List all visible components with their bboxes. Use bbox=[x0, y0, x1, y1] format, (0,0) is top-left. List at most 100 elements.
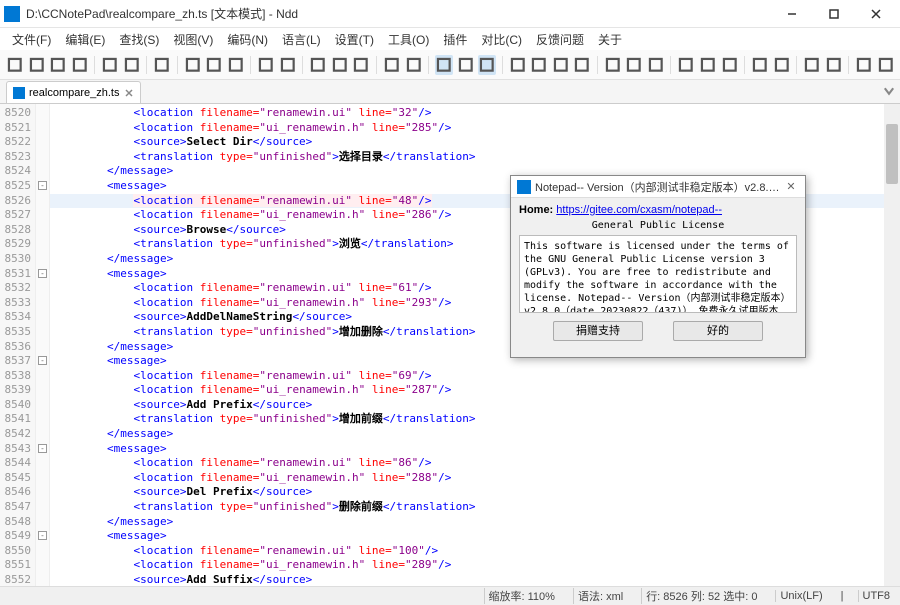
file-tab[interactable]: realcompare_zh.ts bbox=[6, 81, 141, 103]
code-line[interactable]: <location filename="ui_renamewin.h" line… bbox=[50, 558, 900, 573]
menu-item[interactable]: 编辑(E) bbox=[59, 29, 111, 50]
code-line[interactable]: <translation type="unfinished">增加前缀</tra… bbox=[50, 412, 900, 427]
home-link[interactable]: https://gitee.com/cxasm/notepad-- bbox=[556, 204, 722, 216]
tab-dropdown-icon[interactable] bbox=[882, 84, 896, 98]
menu-item[interactable]: 设置(T) bbox=[329, 29, 380, 50]
code-line[interactable]: </message> bbox=[50, 515, 900, 530]
closeall-icon[interactable] bbox=[123, 55, 141, 75]
zoomin-icon[interactable] bbox=[383, 55, 401, 75]
fold-marker[interactable]: - bbox=[38, 444, 47, 453]
menu-item[interactable]: 工具(O) bbox=[382, 29, 435, 50]
paste-icon[interactable] bbox=[227, 55, 245, 75]
code-line[interactable]: <source>Add Prefix</source> bbox=[50, 398, 900, 413]
copy-icon[interactable] bbox=[205, 55, 223, 75]
close-button[interactable] bbox=[856, 2, 896, 26]
dialog-titlebar[interactable]: Notepad-- Version（内部测试非稳定版本）v2.8.0 (date… bbox=[511, 176, 805, 198]
code-line[interactable]: <message> bbox=[50, 529, 900, 544]
line-number: 8540 bbox=[0, 398, 31, 413]
zoomout-icon[interactable] bbox=[405, 55, 423, 75]
code-line[interactable]: <translation type="unfinished">删除前缀</tra… bbox=[50, 500, 900, 515]
t2-icon[interactable] bbox=[773, 55, 791, 75]
line-number: 8531 bbox=[0, 267, 31, 282]
donate-button[interactable]: 捐赠支持 bbox=[553, 321, 643, 341]
cmp1-icon[interactable] bbox=[803, 55, 821, 75]
statusbar: 缩放率: 110% 语法: xml 行: 8526 列: 52 选中: 0 Un… bbox=[0, 586, 900, 605]
code-line[interactable]: <location filename="renamewin.ui" line="… bbox=[50, 369, 900, 384]
play-icon[interactable] bbox=[721, 55, 739, 75]
cmp2-icon[interactable] bbox=[825, 55, 843, 75]
find-icon[interactable] bbox=[309, 55, 327, 75]
maximize-button[interactable] bbox=[814, 2, 854, 26]
ext3-icon[interactable] bbox=[647, 55, 665, 75]
menu-item[interactable]: 插件 bbox=[437, 29, 473, 50]
tab-close-icon[interactable] bbox=[124, 88, 134, 98]
x-icon[interactable] bbox=[877, 55, 895, 75]
status-pos: 行: 8526 列: 52 选中: 0 bbox=[641, 588, 761, 604]
close-icon[interactable] bbox=[101, 55, 119, 75]
ext1-icon[interactable] bbox=[604, 55, 622, 75]
code-line[interactable]: <source>Add Suffix</source> bbox=[50, 573, 900, 586]
fold-marker[interactable]: - bbox=[38, 356, 47, 365]
t1-icon[interactable] bbox=[751, 55, 769, 75]
file-icon bbox=[13, 87, 25, 99]
save-icon[interactable] bbox=[49, 55, 67, 75]
rec-icon[interactable] bbox=[677, 55, 695, 75]
undo-icon[interactable] bbox=[257, 55, 275, 75]
nav3-icon[interactable] bbox=[552, 55, 570, 75]
line-number: 8522 bbox=[0, 135, 31, 150]
toolbar-separator bbox=[177, 56, 178, 74]
toolbar-separator bbox=[744, 56, 745, 74]
print-icon[interactable] bbox=[153, 55, 171, 75]
scrollbar-thumb[interactable] bbox=[886, 124, 898, 184]
code-line[interactable]: <translation type="unfinished">选择目录</tra… bbox=[50, 150, 900, 165]
new-icon[interactable] bbox=[6, 55, 24, 75]
menu-item[interactable]: 编码(N) bbox=[221, 29, 274, 50]
fold-marker[interactable]: - bbox=[38, 269, 47, 278]
menu-item[interactable]: 查找(S) bbox=[113, 29, 165, 50]
indent-icon[interactable] bbox=[478, 55, 496, 75]
code-line[interactable]: <source>Del Prefix</source> bbox=[50, 485, 900, 500]
code-line[interactable]: <location filename="ui_renamewin.h" line… bbox=[50, 383, 900, 398]
status-lang: 语法: xml bbox=[573, 588, 627, 604]
ext2-icon[interactable] bbox=[625, 55, 643, 75]
code-line[interactable]: <source>Select Dir</source> bbox=[50, 135, 900, 150]
menu-item[interactable]: 语言(L) bbox=[276, 29, 327, 50]
line-number: 8528 bbox=[0, 223, 31, 238]
dialog-license-text[interactable]: This software is licensed under the term… bbox=[519, 235, 797, 313]
fold-marker[interactable]: - bbox=[38, 531, 47, 540]
menu-item[interactable]: 反馈问题 bbox=[530, 29, 590, 50]
menu-item[interactable]: 对比(C) bbox=[475, 29, 528, 50]
nav1-icon[interactable] bbox=[509, 55, 527, 75]
replace-icon[interactable] bbox=[331, 55, 349, 75]
go-icon[interactable] bbox=[573, 55, 591, 75]
code-line[interactable]: <location filename="ui_renamewin.h" line… bbox=[50, 121, 900, 136]
minimize-button[interactable] bbox=[772, 2, 812, 26]
wrap-icon[interactable] bbox=[435, 55, 453, 75]
line-number: 8523 bbox=[0, 150, 31, 165]
fold-marker[interactable]: - bbox=[38, 181, 47, 190]
mark-icon[interactable] bbox=[352, 55, 370, 75]
menu-item[interactable]: 关于 bbox=[592, 29, 628, 50]
menu-item[interactable]: 视图(V) bbox=[167, 29, 219, 50]
menu-item[interactable]: 文件(F) bbox=[6, 29, 57, 50]
cut-icon[interactable] bbox=[184, 55, 202, 75]
redo-icon[interactable] bbox=[279, 55, 297, 75]
vertical-scrollbar[interactable] bbox=[884, 104, 900, 586]
open-icon[interactable] bbox=[28, 55, 46, 75]
nav2-icon[interactable] bbox=[530, 55, 548, 75]
code-line[interactable]: <location filename="renamewin.ui" line="… bbox=[50, 544, 900, 559]
code-line[interactable]: <location filename="ui_renamewin.h" line… bbox=[50, 471, 900, 486]
code-line[interactable]: </message> bbox=[50, 427, 900, 442]
pin-icon[interactable] bbox=[855, 55, 873, 75]
code-line[interactable]: <location filename="renamewin.ui" line="… bbox=[50, 106, 900, 121]
line-number: 8536 bbox=[0, 340, 31, 355]
toolbar-separator bbox=[94, 56, 95, 74]
saveall-icon[interactable] bbox=[71, 55, 89, 75]
code-line[interactable]: <location filename="renamewin.ui" line="… bbox=[50, 456, 900, 471]
stop-icon[interactable] bbox=[699, 55, 717, 75]
code-line[interactable]: <message> bbox=[50, 442, 900, 457]
showws-icon[interactable] bbox=[457, 55, 475, 75]
dialog-close-icon[interactable]: ✕ bbox=[783, 180, 799, 193]
status-enc: UTF8 bbox=[858, 590, 895, 602]
ok-button[interactable]: 好的 bbox=[673, 321, 763, 341]
